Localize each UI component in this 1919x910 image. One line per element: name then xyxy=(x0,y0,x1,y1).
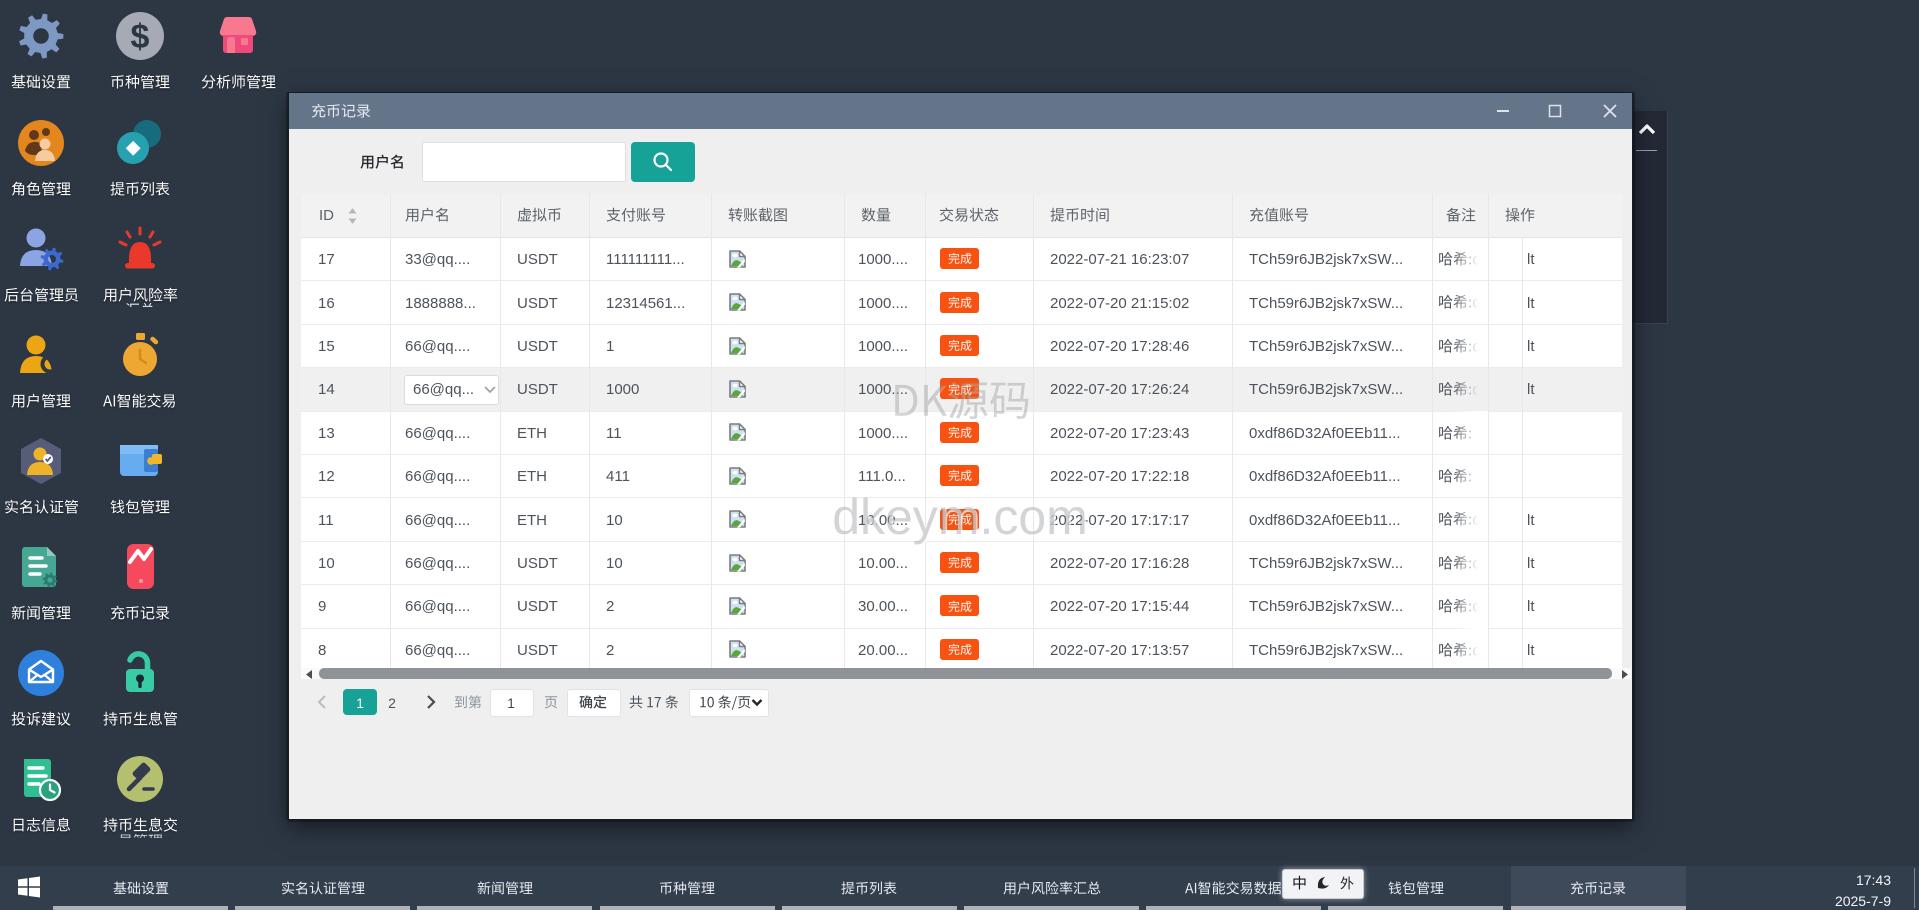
svg-text:$: $ xyxy=(131,18,150,56)
